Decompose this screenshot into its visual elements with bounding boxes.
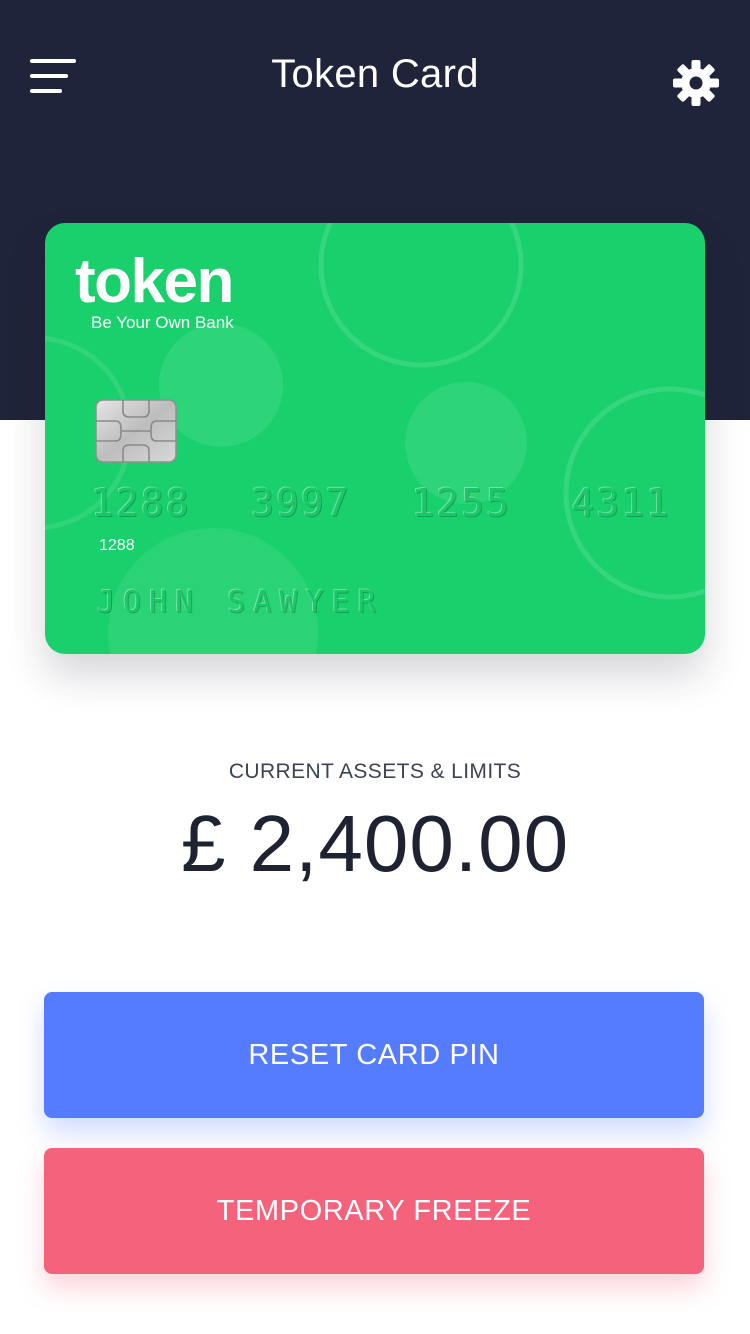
chip-icon bbox=[95, 399, 177, 463]
card-number-group: 1288 bbox=[91, 481, 191, 525]
card-number: 1288 3997 1255 4311 bbox=[91, 481, 671, 525]
card-number-group: 4311 bbox=[571, 481, 671, 525]
assets-label: CURRENT ASSETS & LIMITS bbox=[228, 760, 522, 783]
gear-icon[interactable] bbox=[672, 59, 720, 107]
card-tagline: Be Your Own Bank bbox=[91, 313, 234, 332]
page-title: Token Card bbox=[271, 52, 479, 96]
card-number-group: 1255 bbox=[411, 481, 511, 525]
card-number-prefix: 1288 bbox=[99, 537, 135, 554]
card-number-group: 3997 bbox=[251, 481, 351, 525]
reset-card-pin-button[interactable]: RESET CARD PIN bbox=[44, 992, 704, 1118]
balance-amount: £ 2,400.00 bbox=[180, 799, 570, 888]
cardholder-name: JOHN SAWYER bbox=[97, 585, 384, 620]
token-card[interactable]: token Be Your Own Bank 1288 3997 1255 43… bbox=[45, 223, 705, 654]
temporary-freeze-button[interactable]: TEMPORARY FREEZE bbox=[44, 1148, 704, 1274]
token-logo: token bbox=[75, 247, 234, 316]
